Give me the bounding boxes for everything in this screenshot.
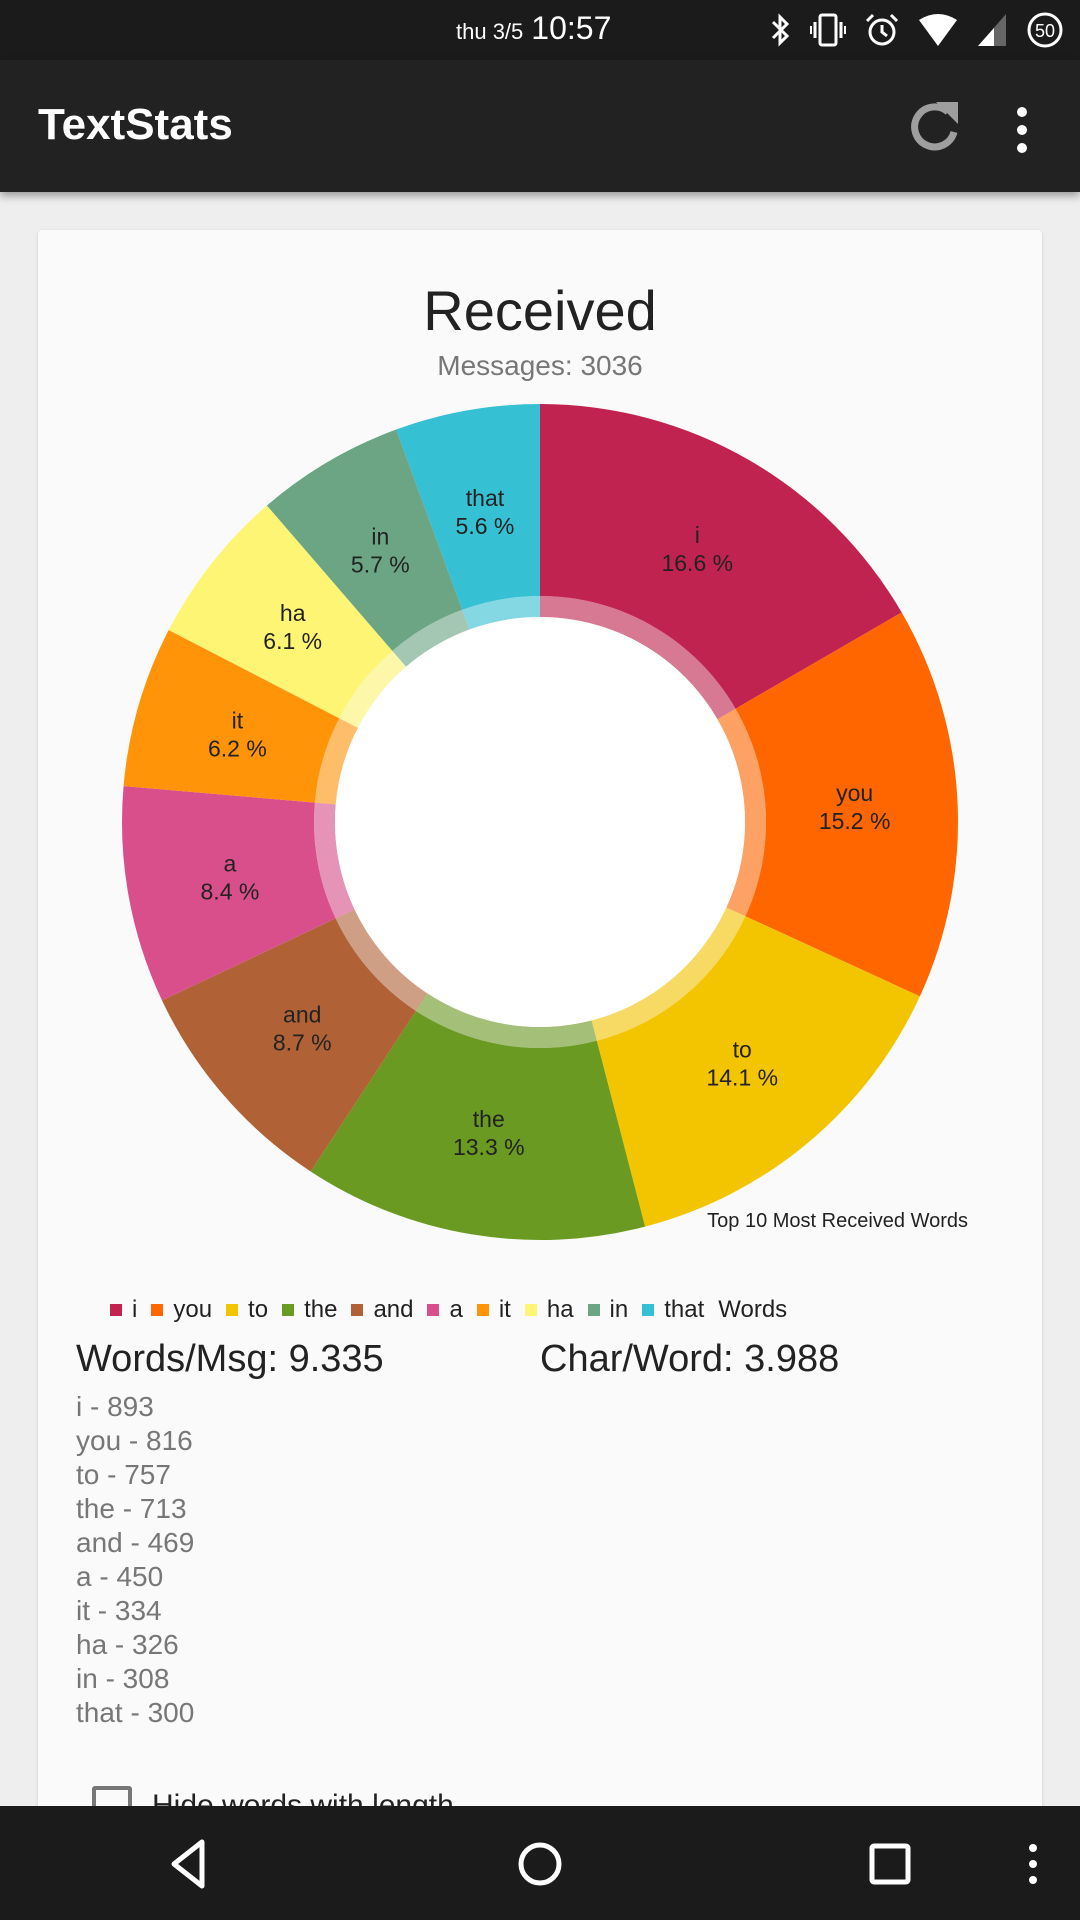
legend-item-and: and <box>351 1296 413 1324</box>
slice-label-i: i <box>695 522 700 548</box>
status-time: 10:57 <box>531 10 612 46</box>
slice-label-to: to <box>733 1036 752 1062</box>
slice-percent-you: 15.2 % <box>819 808 891 834</box>
app-bar: TextStats <box>0 60 1080 192</box>
legend-swatch <box>642 1304 655 1316</box>
legend-label: it <box>498 1296 511 1323</box>
word-count-item: ha - 326 <box>76 1629 179 1660</box>
legend-item-in: in <box>587 1296 629 1324</box>
legend-item-a: a <box>427 1296 463 1324</box>
chars-per-word: Char/Word: 3.988 <box>540 1338 840 1380</box>
app-title: TextStats <box>38 100 233 149</box>
legend-item-to: to <box>226 1296 268 1324</box>
wifi-icon <box>919 14 957 46</box>
battery-level: 50 <box>1035 21 1055 41</box>
word-count-item: that - 300 <box>76 1697 195 1728</box>
words-per-message: Words/Msg: 9.335 <box>76 1338 384 1380</box>
legend-label: the <box>304 1296 338 1323</box>
word-count-list: i - 893 you - 816 to - 757 the - 713 and - 4… <box>76 1390 194 1730</box>
legend-swatch <box>476 1304 489 1316</box>
word-count-item: to - 757 <box>76 1459 171 1490</box>
word-count-item: i - 893 <box>76 1391 154 1422</box>
legend-label: in <box>609 1296 629 1323</box>
legend-swatch <box>524 1304 537 1316</box>
slice-label-in: in <box>371 523 389 549</box>
chart-legend: i you to the and a it ha in that Words <box>110 1296 787 1324</box>
legend-swatch <box>427 1304 440 1316</box>
slice-label-and: and <box>283 1002 321 1028</box>
more-vert-icon[interactable] <box>1008 104 1036 156</box>
donut-hole <box>335 617 745 1027</box>
battery-icon: 50 <box>1027 12 1063 48</box>
recents-icon[interactable] <box>860 1834 920 1894</box>
legend-title: Words <box>718 1296 788 1323</box>
slice-percent-a: 8.4 % <box>201 879 260 905</box>
refresh-icon[interactable] <box>904 98 964 158</box>
chart-description: Top 10 Most Received Words <box>707 1210 968 1232</box>
donut-chart: i16.6 % you15.2 % to14.1 % the13.3 % and8.7 … <box>121 404 968 1240</box>
home-icon[interactable] <box>510 1834 570 1894</box>
slice-percent-the: 13.3 % <box>453 1134 525 1160</box>
legend-swatch <box>110 1304 122 1316</box>
word-count-item: in - 308 <box>76 1663 170 1694</box>
legend-swatch <box>151 1304 164 1316</box>
slice-percent-and: 8.7 % <box>273 1030 332 1056</box>
slice-percent-in: 5.7 % <box>351 551 410 577</box>
legend-label: you <box>173 1296 213 1323</box>
vibrate-icon <box>810 13 846 47</box>
legend-item-the: the <box>282 1296 337 1324</box>
legend-swatch <box>587 1304 600 1316</box>
clock: thu 3/5 10:57 <box>456 10 611 47</box>
word-count-item: you - 816 <box>76 1425 193 1456</box>
slice-label-the: the <box>473 1106 505 1132</box>
alarm-icon <box>865 13 899 46</box>
legend-swatch <box>351 1304 364 1316</box>
slice-label-a: a <box>224 851 237 877</box>
word-count-item: it - 334 <box>76 1595 162 1626</box>
legend-item-that: that <box>642 1296 704 1324</box>
status-bar: thu 3/5 10:57 50 <box>0 0 1080 60</box>
word-count-item: and - 469 <box>76 1527 195 1558</box>
cell-signal-icon <box>978 14 1006 46</box>
legend-label: and <box>373 1296 414 1323</box>
slice-percent-to: 14.1 % <box>706 1064 778 1090</box>
legend-label: that <box>664 1296 705 1323</box>
slice-percent-that: 5.6 % <box>456 513 515 539</box>
word-count-item: the - 713 <box>76 1493 187 1524</box>
legend-label: i <box>132 1296 138 1323</box>
legend-item-you: you <box>151 1296 212 1324</box>
word-count-item: a - 450 <box>76 1561 164 1592</box>
legend-label: to <box>248 1296 269 1323</box>
legend-label: ha <box>546 1296 574 1323</box>
slice-label-it: it <box>232 707 244 733</box>
slice-label-ha: ha <box>280 600 306 626</box>
slice-label-you: you <box>836 780 873 806</box>
legend-swatch <box>226 1304 239 1316</box>
menu-icon[interactable] <box>1018 1834 1048 1894</box>
received-card: Received Messages: 3036 i 16.6 % you 15.2 %… <box>38 230 1042 1850</box>
legend-item-ha: ha <box>524 1296 574 1324</box>
bluetooth-icon <box>771 13 790 47</box>
slice-percent-i: 16.6 % <box>661 550 733 576</box>
navigation-bar <box>0 1806 1080 1920</box>
legend-item-i: i <box>110 1296 137 1324</box>
legend-item-it: it <box>476 1296 511 1324</box>
slice-percent-ha: 6.1 % <box>263 628 322 654</box>
legend-swatch <box>282 1304 295 1316</box>
back-icon[interactable] <box>160 1834 220 1894</box>
legend-label: a <box>449 1296 463 1323</box>
slice-label-that: that <box>466 485 505 511</box>
slice-percent-it: 6.2 % <box>208 735 267 761</box>
status-date: thu 3/5 <box>456 19 524 44</box>
